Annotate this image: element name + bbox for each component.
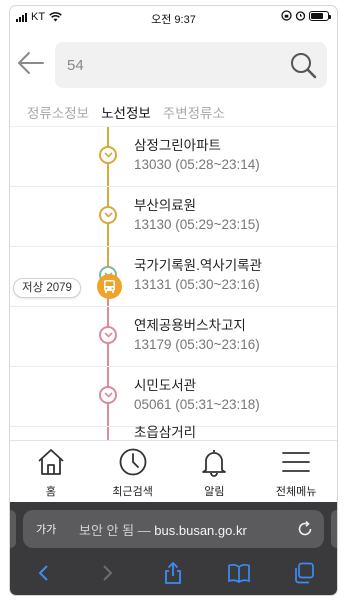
nav-home-label: 홈 <box>45 486 56 498</box>
list-item[interactable]: 부산의료원 13130 (05:29~23:15) <box>10 187 337 247</box>
nav-alerts-label: 알림 <box>204 486 225 498</box>
search-box <box>55 42 327 88</box>
battery-icon <box>309 10 331 21</box>
clock-icon <box>119 448 147 476</box>
alarm-icon <box>295 11 306 21</box>
nav-recent-search-label: 최근검색 <box>112 486 153 498</box>
browser-bar: 가가 보안 안 됨 — bus.busan.go.kr <box>10 502 337 595</box>
chevron-down-icon <box>99 326 117 344</box>
bookmarks-button[interactable] <box>227 561 251 585</box>
reload-button[interactable] <box>296 520 314 538</box>
menu-icon <box>282 452 311 472</box>
bus-plate-label: 저상 2079 <box>13 278 81 298</box>
prev-tab-edge <box>10 510 16 548</box>
share-button[interactable] <box>161 561 185 585</box>
address-bar[interactable]: 가가 보안 안 됨 — bus.busan.go.kr <box>23 510 324 548</box>
bottom-nav: 홈 최근검색 알림 전체메뉴 <box>10 440 337 502</box>
phone-screen: KT 오전 9:37 정류소정보 노선정보 주변정류소 <box>10 6 337 595</box>
back-button[interactable] <box>16 48 46 78</box>
share-icon <box>165 562 182 584</box>
route-stop-list: 삼정그린아파트 13030 (05:28~23:14) 부산의료원 13130 … <box>10 126 337 440</box>
url-text: 보안 안 됨 — bus.busan.go.kr <box>79 520 247 539</box>
stop-info: 13130 (05:29~23:15) <box>134 217 260 232</box>
url-host: bus.busan.go.kr <box>154 523 247 538</box>
security-label: 보안 안 됨 — <box>79 523 155 538</box>
search-input[interactable] <box>67 42 267 88</box>
rotation-lock-icon <box>281 10 292 21</box>
tabs-icon <box>295 562 315 584</box>
text-size-button[interactable]: 가가 <box>36 521 56 537</box>
status-bar: KT 오전 9:37 <box>10 6 337 28</box>
arrow-left-icon <box>18 52 44 74</box>
chevron-left-icon <box>38 565 48 581</box>
book-icon <box>228 564 250 583</box>
tab-route-info[interactable]: 노선정보 <box>101 98 151 126</box>
bell-icon <box>202 450 227 477</box>
bus-icon <box>97 274 122 299</box>
nav-alerts[interactable]: 알림 <box>174 441 256 502</box>
stop-name: 부산의료원 <box>134 198 197 213</box>
chevron-right-icon <box>103 565 113 581</box>
status-right <box>281 10 331 21</box>
list-item[interactable]: 연제공용버스차고지 13179 (05:30~23:16) <box>10 307 337 367</box>
nav-recent-search[interactable]: 최근검색 <box>92 441 174 502</box>
tab-stop-info[interactable]: 정류소정보 <box>27 98 89 126</box>
browser-back-button[interactable] <box>31 561 55 585</box>
stop-name: 연제공용버스차고지 <box>134 318 246 333</box>
stop-name: 국가기록원.역사기록관 <box>134 258 262 273</box>
tab-nearby-stops[interactable]: 주변정류소 <box>163 98 225 126</box>
next-tab-edge <box>331 510 337 548</box>
nav-all-menu-label: 전체메뉴 <box>275 486 317 498</box>
chevron-down-icon <box>99 206 117 224</box>
search-button[interactable] <box>289 51 317 79</box>
list-item[interactable]: 삼정그린아파트 13030 (05:28~23:14) <box>10 127 337 187</box>
chevron-down-icon <box>99 386 117 404</box>
stop-info: 13179 (05:30~23:16) <box>134 337 260 352</box>
nav-home[interactable]: 홈 <box>10 441 92 502</box>
nav-all-menu[interactable]: 전체메뉴 <box>255 441 337 502</box>
search-header <box>10 28 337 98</box>
stop-info: 05061 (05:31~23:18) <box>134 397 260 412</box>
stop-info: 13131 (05:30~23:16) <box>134 277 260 292</box>
list-item[interactable]: 시민도서관 05061 (05:31~23:18) <box>10 367 337 427</box>
info-tabs: 정류소정보 노선정보 주변정류소 <box>10 98 337 126</box>
bus-marker[interactable]: 저상 2079 <box>13 274 122 299</box>
chevron-down-icon <box>99 146 117 164</box>
stop-name: 시민도서관 <box>134 378 197 393</box>
stop-name: 초읍삼거리 <box>134 425 197 440</box>
list-item[interactable]: 초읍삼거리 <box>10 425 337 440</box>
stop-name: 삼정그린아파트 <box>134 138 221 153</box>
browser-forward-button[interactable] <box>96 561 120 585</box>
reload-icon <box>298 520 312 536</box>
home-icon <box>38 449 64 475</box>
search-icon <box>291 53 317 79</box>
browser-toolbar <box>10 558 337 588</box>
tabs-button[interactable] <box>292 561 316 585</box>
stop-info: 13030 (05:28~23:14) <box>134 157 260 172</box>
